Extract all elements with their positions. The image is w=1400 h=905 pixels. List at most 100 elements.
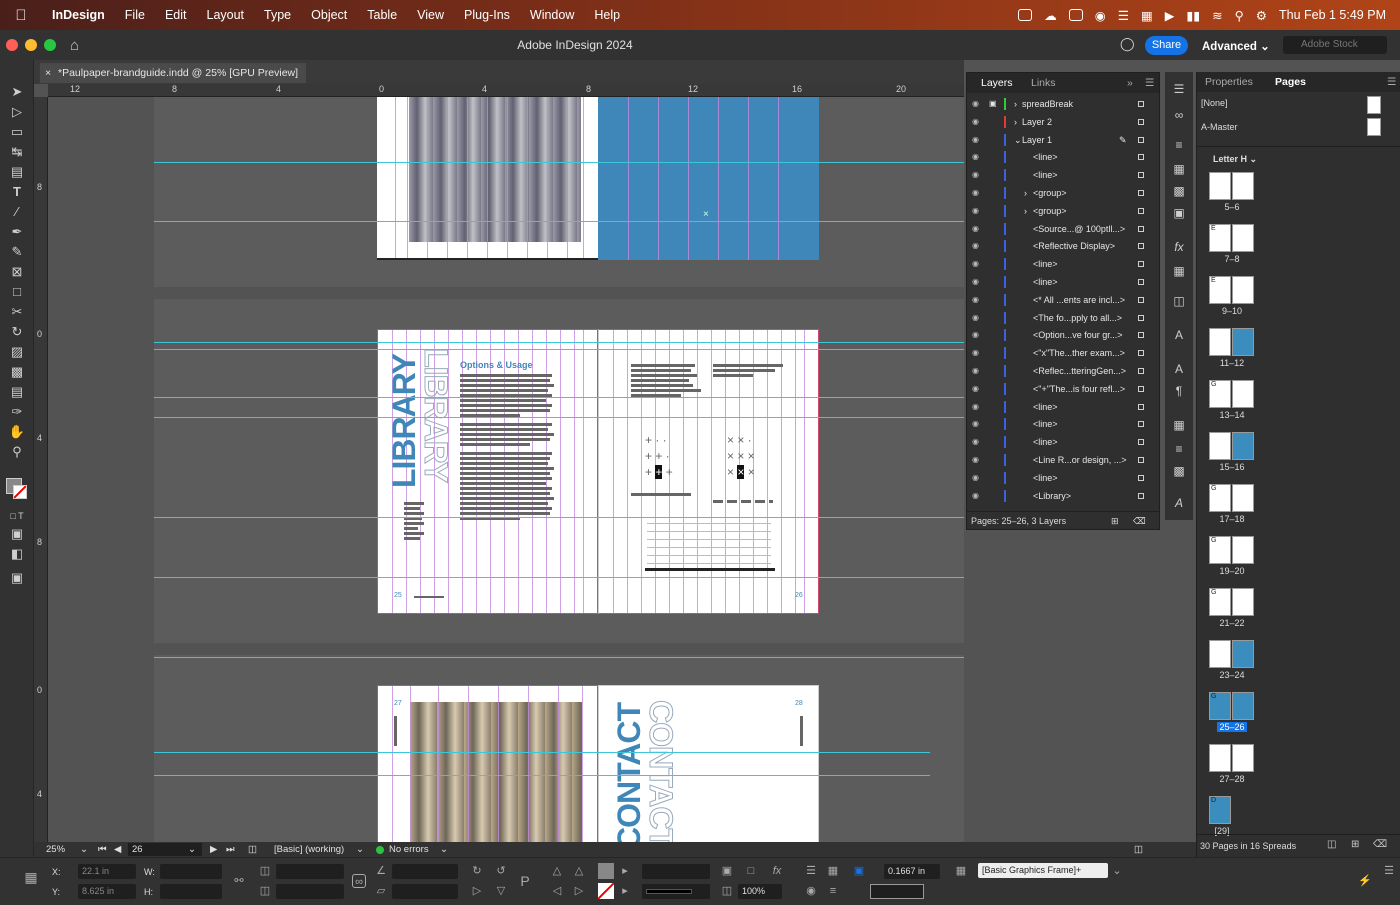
disclosure-chevron-icon[interactable]: › bbox=[1014, 95, 1017, 113]
visibility-eye-icon[interactable]: ◉ bbox=[972, 148, 979, 166]
document-tab[interactable]: × *Paulpaper-brandguide.indd @ 25% [GPU … bbox=[40, 63, 307, 83]
fill-menu-icon[interactable]: ▸ bbox=[618, 864, 632, 878]
apple-icon[interactable]:  bbox=[0, 7, 42, 24]
page-thumb-right[interactable] bbox=[1232, 588, 1254, 616]
spread-thumbnail[interactable]: G 19–20 bbox=[1197, 536, 1400, 588]
x-position-field[interactable]: 22.1 in bbox=[78, 864, 136, 879]
visibility-eye-icon[interactable]: ◉ bbox=[972, 184, 979, 202]
selection-square-icon[interactable] bbox=[1138, 261, 1144, 268]
y-position-field[interactable]: 8.625 in bbox=[78, 884, 136, 899]
tab-properties[interactable]: Properties bbox=[1205, 76, 1253, 88]
layer-row[interactable]: ◉ <line> bbox=[967, 398, 1151, 416]
page-thumb-right[interactable] bbox=[1232, 640, 1254, 668]
selection-square-icon[interactable] bbox=[1138, 243, 1144, 250]
page-thumb-left[interactable]: E bbox=[1209, 276, 1231, 304]
constrain-proportions-icon[interactable]: ⚯ bbox=[232, 874, 246, 888]
fit-content-icon[interactable]: □ bbox=[744, 864, 758, 878]
spread-label[interactable]: 21–22 bbox=[1207, 618, 1257, 628]
page-size-selector[interactable]: Letter H ⌄ bbox=[1213, 154, 1257, 165]
selection-square-icon[interactable] bbox=[1138, 118, 1144, 125]
visibility-eye-icon[interactable]: ◉ bbox=[972, 273, 979, 291]
layer-row[interactable]: ◉ <line> bbox=[967, 148, 1151, 166]
panel-collapse-icon[interactable]: » bbox=[1127, 77, 1133, 89]
spread-thumbnail[interactable]: 27–28 bbox=[1197, 744, 1400, 796]
page-25[interactable]: LIBRARY LIBRARY Options & Usage 25 bbox=[377, 329, 598, 614]
page-thumb-left[interactable] bbox=[1209, 328, 1231, 356]
spread-thumbnail[interactable]: E 7–8 bbox=[1197, 224, 1400, 276]
first-page-icon[interactable]: ⏮ bbox=[98, 842, 107, 857]
edit-page-size-icon[interactable]: ◫ bbox=[1327, 839, 1336, 850]
spread-label[interactable]: 23–24 bbox=[1207, 670, 1257, 680]
pathfinder-icon[interactable]: ▩ bbox=[1172, 464, 1186, 478]
spread-label[interactable]: 27–28 bbox=[1207, 774, 1257, 784]
gradient-feather-tool-icon[interactable]: ▩ bbox=[8, 364, 26, 380]
object-style-icon[interactable]: ▦ bbox=[954, 864, 968, 878]
selection-square-icon[interactable] bbox=[1138, 190, 1144, 196]
stroke-weight-field[interactable] bbox=[642, 864, 710, 879]
select-next-icon[interactable]: ▷ bbox=[572, 884, 586, 898]
selection-square-icon[interactable] bbox=[1138, 225, 1144, 232]
type-tool-icon[interactable]: T bbox=[8, 184, 26, 200]
visibility-eye-icon[interactable]: ◉ bbox=[972, 237, 979, 255]
page-dropdown-icon[interactable]: ⌄ bbox=[188, 842, 196, 857]
page-thumb-left[interactable]: D bbox=[1209, 796, 1231, 824]
visibility-eye-icon[interactable]: ◉ bbox=[972, 487, 979, 505]
selection-square-icon[interactable] bbox=[1138, 439, 1144, 446]
tab-links[interactable]: Links bbox=[1031, 77, 1056, 89]
page-thumb-right[interactable] bbox=[1232, 328, 1254, 356]
selection-square-icon[interactable] bbox=[1138, 207, 1144, 214]
flip-horizontal-icon[interactable]: ▷ bbox=[470, 884, 484, 898]
control-panel-menu-icon[interactable]: ☰ bbox=[1382, 864, 1396, 878]
drop-shadow-icon[interactable]: ◉ bbox=[804, 884, 818, 898]
scale-x-field[interactable] bbox=[276, 864, 344, 879]
spread-thumbnail[interactable]: 5–6 bbox=[1197, 172, 1400, 224]
constrain-scale-icon[interactable]: ∞ bbox=[352, 874, 366, 888]
layer-row[interactable]: ◉ <Reflective Display> bbox=[967, 237, 1151, 255]
layer-row[interactable]: ◉ <"x"The...ther exam...> bbox=[967, 344, 1151, 362]
view-mode-icon[interactable]: ▣ bbox=[8, 570, 26, 586]
rotation-field[interactable] bbox=[392, 864, 458, 879]
scale-x-icon[interactable]: ◫ bbox=[258, 864, 272, 878]
selection-square-icon[interactable] bbox=[1138, 474, 1144, 481]
spread-thumbnail[interactable]: G 25–26 bbox=[1197, 692, 1400, 744]
text-wrap-shape-icon[interactable]: ≡ bbox=[826, 884, 840, 898]
style-dropdown-icon[interactable]: ⌄ bbox=[356, 842, 364, 857]
layer-row[interactable]: ◉ <line> bbox=[967, 469, 1151, 487]
layer-row[interactable]: ◉ <line> bbox=[967, 433, 1151, 451]
cloud-icon[interactable]: ☁ bbox=[1044, 8, 1057, 23]
disclosure-chevron-icon[interactable]: ⌄ bbox=[1014, 131, 1022, 149]
last-page-icon[interactable]: ⏭ bbox=[226, 842, 235, 857]
layer-row[interactable]: ◉ <Reflec...tteringGen...> bbox=[967, 362, 1151, 380]
visibility-eye-icon[interactable]: ◉ bbox=[972, 469, 979, 487]
zoom-level-field[interactable]: 25% bbox=[46, 842, 65, 857]
spread-thumbnail[interactable]: G 17–18 bbox=[1197, 484, 1400, 536]
free-transform-tool-icon[interactable]: ↻ bbox=[8, 324, 26, 340]
effects-panel-icon[interactable]: fx bbox=[1172, 240, 1186, 254]
spread-label[interactable]: 19–20 bbox=[1207, 566, 1257, 576]
disclosure-chevron-icon[interactable]: › bbox=[1014, 113, 1017, 131]
table-rows[interactable] bbox=[647, 516, 771, 564]
direct-selection-tool-icon[interactable]: ▷ bbox=[8, 104, 26, 120]
menu-clock[interactable]: Thu Feb 1 5:49 PM bbox=[1279, 8, 1386, 22]
scale-y-field[interactable] bbox=[276, 884, 344, 899]
shear-field[interactable] bbox=[392, 884, 458, 899]
lightning-icon[interactable]: ⚡ bbox=[1358, 874, 1372, 888]
auto-fit-icon[interactable]: ▣ bbox=[852, 864, 866, 878]
page-thumb-right[interactable] bbox=[1232, 692, 1254, 720]
rotate-ccw-icon[interactable]: ↺ bbox=[494, 864, 508, 878]
lightbulb-icon[interactable]: ◯ bbox=[1120, 36, 1135, 52]
selection-square-icon[interactable] bbox=[1138, 314, 1144, 321]
visibility-eye-icon[interactable]: ◉ bbox=[972, 255, 979, 273]
text-wrap-panel-icon[interactable]: ▦ bbox=[1172, 264, 1186, 278]
spread-label[interactable]: 7–8 bbox=[1207, 254, 1257, 264]
previous-page-icon[interactable]: ◀ bbox=[114, 842, 121, 857]
scale-y-icon[interactable]: ◫ bbox=[258, 884, 272, 898]
spread-thumbnail[interactable]: G 21–22 bbox=[1197, 588, 1400, 640]
stroke-weight-value[interactable]: 0.1667 in bbox=[884, 864, 940, 879]
visibility-eye-icon[interactable]: ◉ bbox=[972, 113, 979, 131]
stroke-type-selector[interactable] bbox=[642, 884, 710, 899]
stroke-swatch[interactable] bbox=[13, 485, 27, 499]
visibility-eye-icon[interactable]: ◉ bbox=[972, 380, 979, 398]
selection-square-icon[interactable] bbox=[1138, 421, 1144, 428]
selection-square-icon[interactable] bbox=[1138, 368, 1144, 374]
